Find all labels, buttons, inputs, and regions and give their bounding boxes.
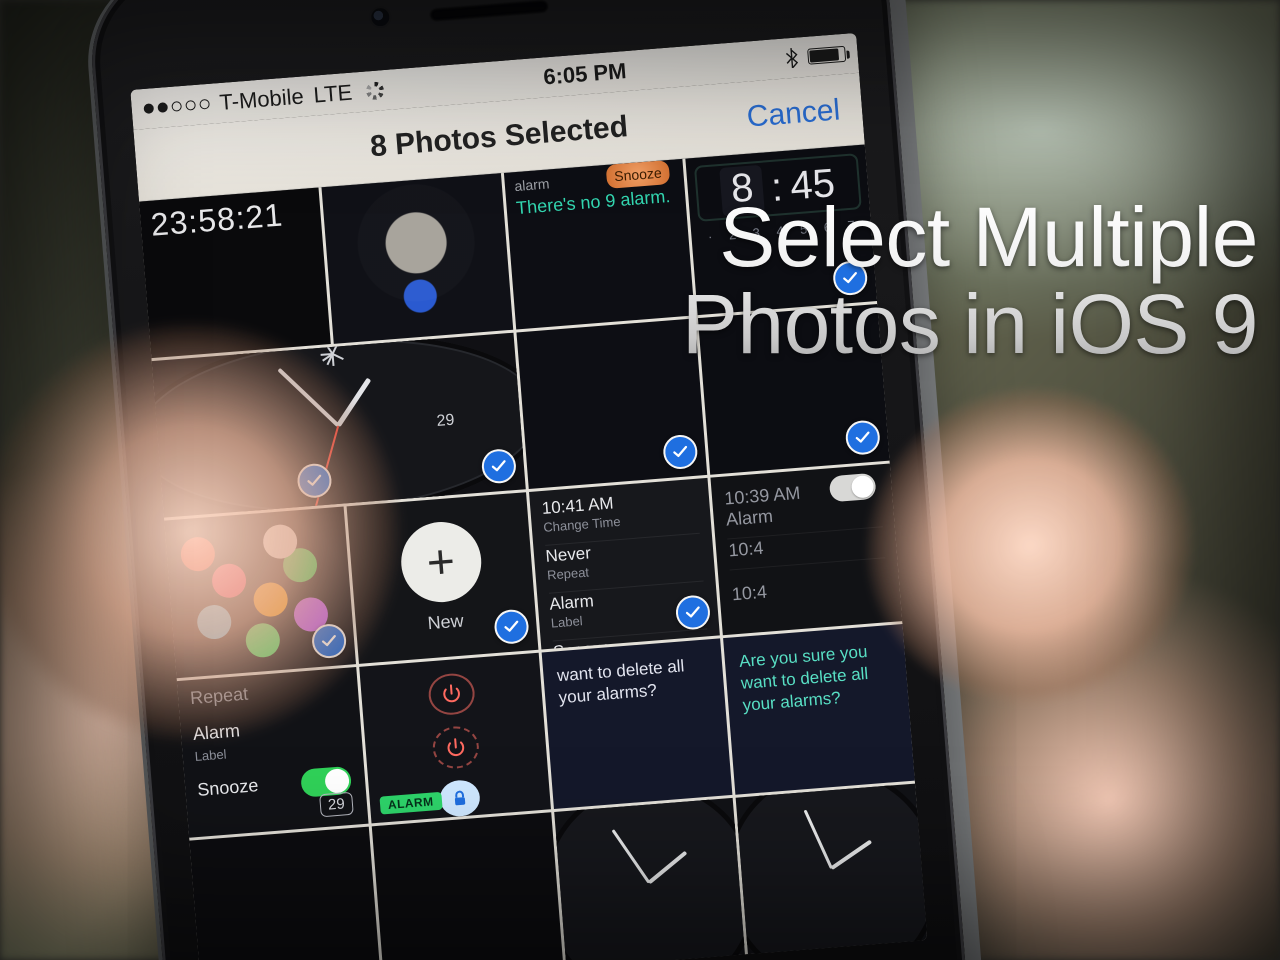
photo-thumbnail[interactable]: Repeat AlarmLabel Snooze 29 (177, 667, 369, 838)
thumb-date-box: 29 (319, 792, 353, 817)
device-body: T-Mobile LTE 6:05 PM 8 Photos Selected C… (85, 0, 975, 960)
power-dashed-icon (431, 725, 480, 770)
selection-check-icon (493, 608, 530, 645)
thumb-clock-text: 23:58:21 (149, 196, 284, 243)
photo-thumbnail[interactable] (321, 173, 513, 344)
thumb-date: 29 (436, 412, 455, 431)
photo-thumbnail[interactable] (371, 812, 563, 960)
activity-spinner-icon (365, 81, 384, 100)
app-bubble-icon (244, 622, 281, 659)
photo-thumbnail[interactable]: 10:41 AMChange Time NeverRepeat AlarmLab… (529, 478, 721, 649)
earpiece-speaker (429, 0, 550, 22)
thumb-label: alarm (514, 175, 550, 194)
photos-grid[interactable]: 23:58:21 alarm There's no 9 alarm. Snooz… (139, 145, 927, 960)
app-bubble-icon (252, 581, 289, 618)
selection-check-icon (832, 260, 869, 297)
selection-check-icon (480, 448, 517, 485)
selection-count-title: 8 Photos Selected (369, 110, 629, 164)
lock-icon (438, 779, 481, 818)
photo-thumbnail[interactable] (698, 304, 890, 475)
iphone-device: T-Mobile LTE 6:05 PM 8 Photos Selected C… (85, 0, 975, 960)
plus-icon: + (398, 520, 484, 606)
selection-check-icon (845, 420, 882, 457)
bluetooth-icon (785, 48, 799, 69)
front-camera (368, 5, 392, 29)
photo-thumbnail[interactable]: 29 (152, 333, 526, 518)
clock-label: 6:05 PM (542, 58, 627, 90)
photo-thumbnail[interactable]: ALARM (359, 652, 551, 823)
carrier-label: T-Mobile (219, 83, 305, 116)
thumb-new-label: New (427, 611, 465, 635)
signal-strength-icon (143, 99, 210, 114)
photo-thumbnail[interactable]: want to delete all your alarms? (541, 638, 733, 809)
photo-thumbnail[interactable] (189, 826, 381, 960)
photo-thumbnail[interactable]: 23:58:21 (139, 188, 331, 359)
thumb-snooze-pill: Snooze (605, 160, 670, 189)
photo-thumbnail[interactable]: 10:39 AMAlarm 10:4 10:4 (711, 464, 903, 635)
photo-thumbnail[interactable]: 8 : 45 ·234567 (686, 145, 878, 316)
thumb-tickmarks: ·234567 (699, 217, 863, 245)
photo-thumbnail[interactable]: + New (346, 493, 538, 664)
power-icon (427, 672, 476, 717)
thumb-dialog-text: Are you sure you want to delete all your… (738, 639, 894, 717)
selection-check-icon (662, 434, 699, 471)
photo-thumbnail[interactable] (554, 798, 746, 960)
photo-thumbnail[interactable] (516, 319, 708, 490)
battery-icon (807, 46, 846, 65)
thumb-dialog-text: want to delete all your alarms? (556, 653, 711, 709)
app-bubble-icon (180, 536, 217, 573)
device-screen: T-Mobile LTE 6:05 PM 8 Photos Selected C… (130, 33, 927, 960)
photo-thumbnail[interactable]: Are you sure you want to delete all your… (723, 624, 915, 795)
photo-thumbnail[interactable] (164, 507, 356, 678)
cancel-button[interactable]: Cancel (746, 93, 842, 134)
network-label: LTE (313, 80, 354, 109)
photo-thumbnail[interactable]: alarm There's no 9 alarm. Snooze (503, 159, 695, 330)
photo-thumbnail[interactable] (736, 783, 928, 954)
app-bubble-icon (211, 562, 248, 599)
thumb-digital-time: 8 : 45 (694, 153, 862, 222)
app-bubble-icon (196, 604, 233, 641)
alarm-badge: ALARM (379, 792, 442, 815)
